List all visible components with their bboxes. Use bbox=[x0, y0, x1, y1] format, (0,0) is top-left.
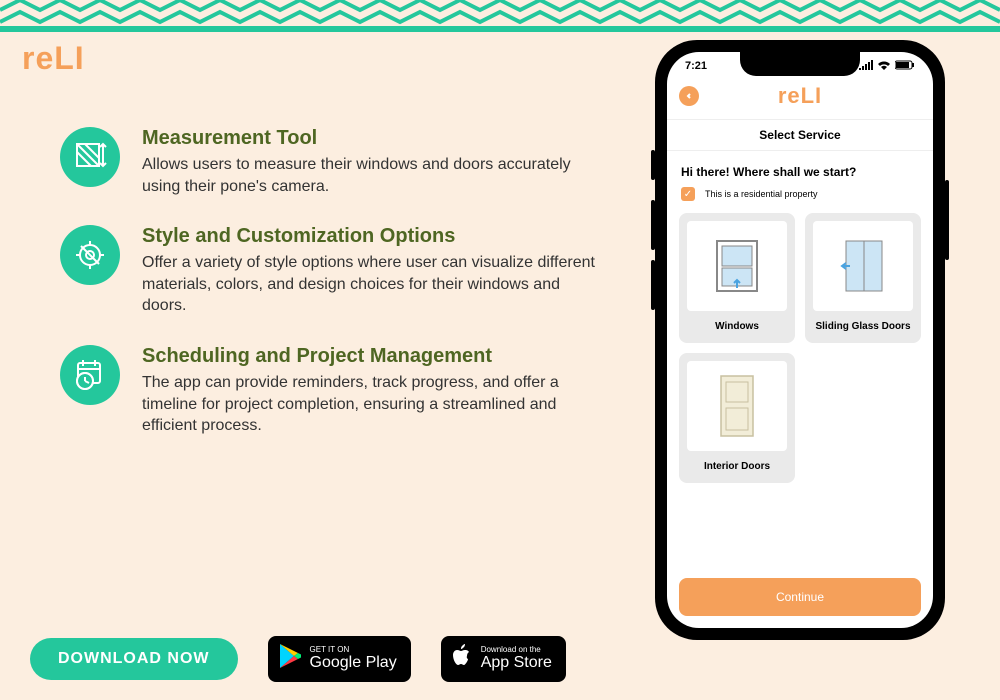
bottom-cta-bar: DOWNLOAD NOW GET IT ON Google Play Downl… bbox=[0, 636, 1000, 682]
apple-icon bbox=[451, 643, 473, 676]
feature-title: Scheduling and Project Management bbox=[142, 345, 600, 368]
app-store-small: Download on the bbox=[481, 646, 552, 654]
screen-title: Select Service bbox=[667, 120, 933, 151]
sliding-door-icon bbox=[813, 221, 913, 311]
measurement-icon bbox=[60, 127, 120, 187]
phone-mockup: 7:21 reLI Select Service Hi there! Where… bbox=[655, 40, 945, 640]
app-logo: reLI bbox=[778, 83, 822, 109]
feature-desc: Offer a variety of style options where u… bbox=[142, 252, 600, 317]
status-time: 7:21 bbox=[685, 60, 707, 73]
window-icon bbox=[687, 221, 787, 311]
service-card-windows[interactable]: Windows bbox=[679, 213, 795, 343]
service-label: Interior Doors bbox=[679, 451, 795, 483]
feature-desc: The app can provide reminders, track pro… bbox=[142, 372, 600, 437]
wifi-icon bbox=[877, 60, 891, 73]
app-store-big: App Store bbox=[481, 654, 552, 672]
google-play-small: GET IT ON bbox=[310, 646, 397, 654]
calendar-clock-icon bbox=[60, 345, 120, 405]
app-header: reLI bbox=[667, 77, 933, 120]
google-play-icon bbox=[278, 643, 302, 676]
service-grid: Windows Sliding Glass Doors bbox=[667, 213, 933, 483]
battery-icon bbox=[895, 60, 915, 73]
prompt-text: Hi there! Where shall we start? bbox=[667, 151, 933, 187]
google-play-big: Google Play bbox=[310, 654, 397, 672]
feature-measurement: Measurement Tool Allows users to measure… bbox=[60, 127, 600, 197]
back-button[interactable] bbox=[679, 86, 699, 106]
download-now-button[interactable]: DOWNLOAD NOW bbox=[30, 638, 238, 680]
service-label: Windows bbox=[679, 311, 795, 343]
checkbox-label: This is a residential property bbox=[705, 189, 818, 199]
app-store-badge[interactable]: Download on the App Store bbox=[441, 636, 566, 682]
feature-style: Style and Customization Options Offer a … bbox=[60, 225, 600, 317]
feature-title: Style and Customization Options bbox=[142, 225, 600, 248]
feature-title: Measurement Tool bbox=[142, 127, 600, 150]
door-icon bbox=[687, 361, 787, 451]
features-list: Measurement Tool Allows users to measure… bbox=[60, 127, 600, 437]
signal-icon bbox=[859, 60, 873, 73]
residential-checkbox-row[interactable]: ✓ This is a residential property bbox=[667, 187, 933, 213]
service-card-sliding-doors[interactable]: Sliding Glass Doors bbox=[805, 213, 921, 343]
feature-desc: Allows users to measure their windows an… bbox=[142, 154, 600, 197]
feature-scheduling: Scheduling and Project Management The ap… bbox=[60, 345, 600, 437]
google-play-badge[interactable]: GET IT ON Google Play bbox=[268, 636, 411, 682]
gear-wrench-icon bbox=[60, 225, 120, 285]
checkbox-checked-icon[interactable]: ✓ bbox=[681, 187, 695, 201]
service-label: Sliding Glass Doors bbox=[805, 311, 921, 343]
phone-notch bbox=[740, 52, 860, 76]
service-card-interior-doors[interactable]: Interior Doors bbox=[679, 353, 795, 483]
continue-button[interactable]: Continue bbox=[679, 578, 921, 616]
zigzag-pattern bbox=[0, 0, 1000, 32]
